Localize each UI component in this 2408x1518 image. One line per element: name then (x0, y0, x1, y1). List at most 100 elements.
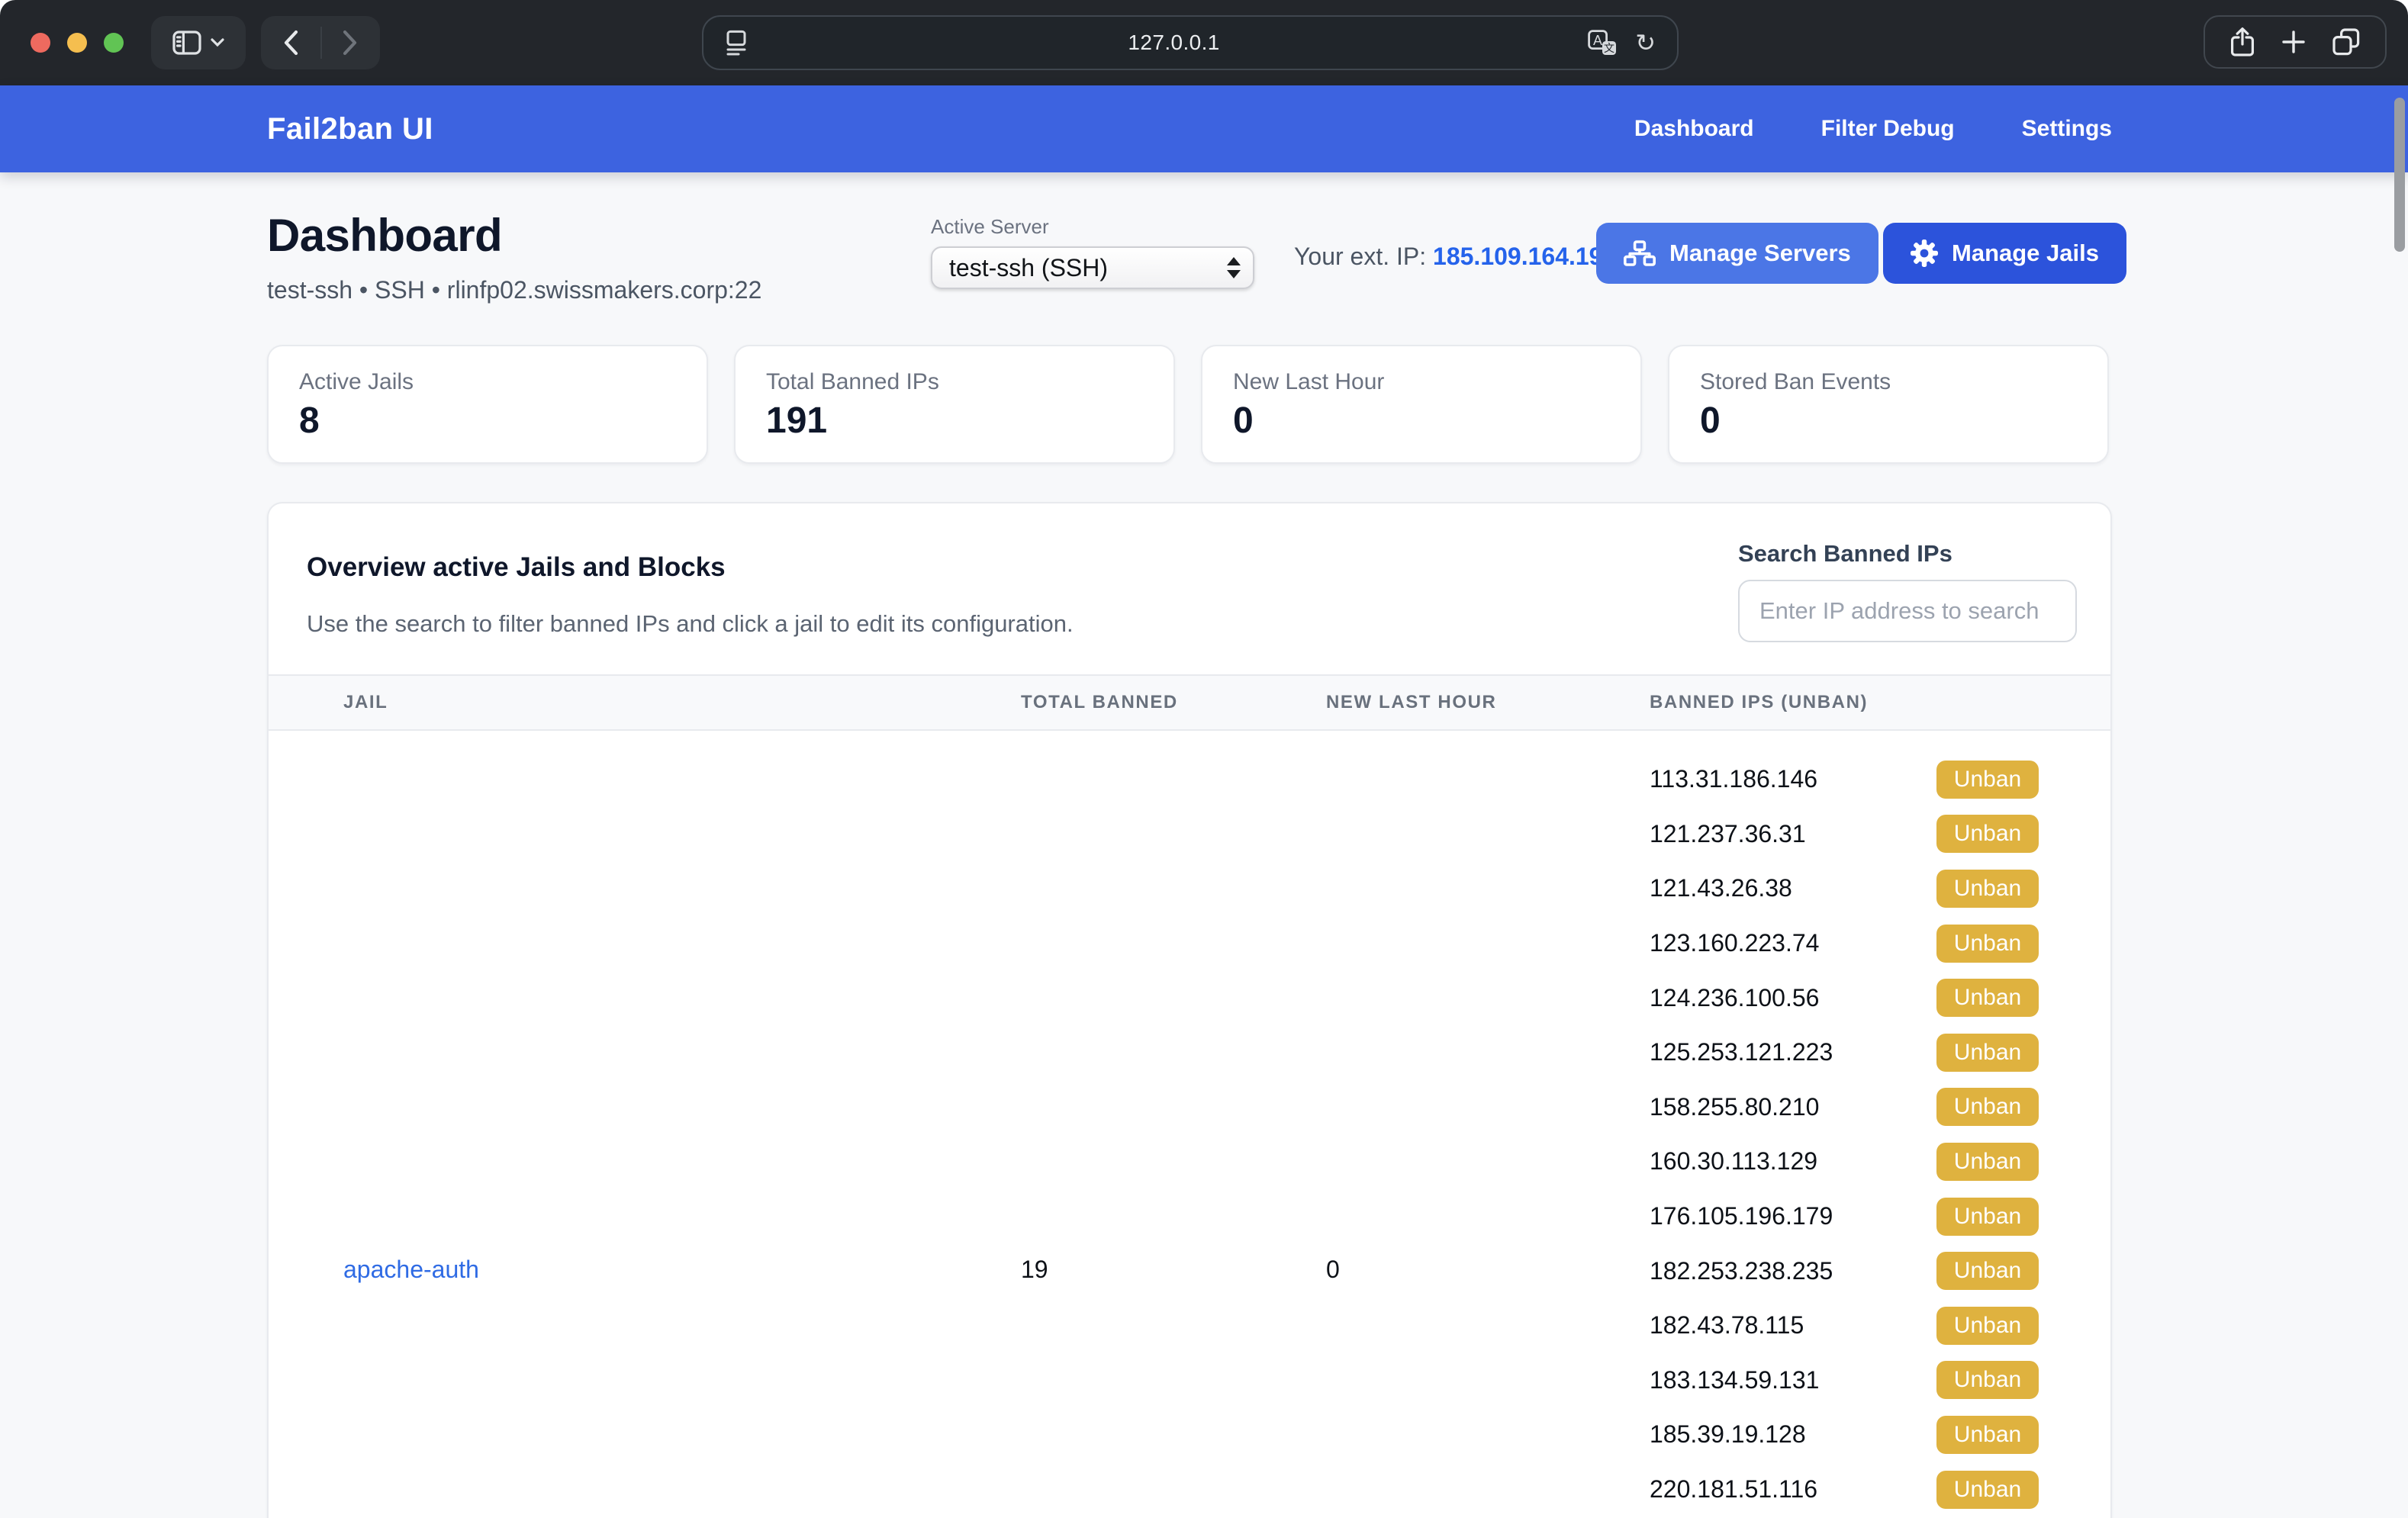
stat-label: Stored Ban Events (1700, 369, 2077, 395)
banned-ip-row: 113.31.186.146 Unban (1650, 752, 2039, 807)
table-row: apache-auth 19 0 113.31.186.146 Unban 12… (269, 731, 2110, 1518)
unban-button[interactable]: Unban (1936, 761, 2039, 799)
zoom-window-button[interactable] (104, 33, 124, 53)
unban-button[interactable]: Unban (1936, 1307, 2039, 1345)
page-subtitle: test-ssh • SSH • rlinfp02.swissmakers.co… (267, 276, 761, 304)
nav-link-filter-debug[interactable]: Filter Debug (1821, 116, 1955, 142)
stat-card-new-last-hour: New Last Hour 0 (1201, 345, 1642, 464)
stat-value: 0 (1233, 400, 1610, 442)
stat-label: Active Jails (299, 369, 676, 395)
active-server-value: test-ssh (SSH) (949, 254, 1227, 282)
stat-card-active-jails: Active Jails 8 (267, 345, 708, 464)
manage-jails-button[interactable]: Manage Jails (1883, 223, 2126, 284)
url-text: 127.0.0.1 (760, 31, 1588, 55)
tab-overview-icon[interactable] (2332, 28, 2360, 56)
jail-new-last-hour: 0 (1326, 1256, 1340, 1284)
reload-icon[interactable]: ↻ (1635, 31, 1656, 55)
banned-ip: 220.181.51.116 (1650, 1475, 1817, 1504)
nav-links: Dashboard Filter Debug Settings (1634, 116, 2112, 142)
column-header-banned-ips: BANNED IPS (UNBAN) (1650, 692, 2110, 713)
banned-ip: 158.255.80.210 (1650, 1093, 1819, 1121)
column-header-total-banned: TOTAL BANNED (1021, 692, 1326, 713)
banned-ip-row: 220.181.51.116 Unban (1650, 1462, 2039, 1517)
unban-button[interactable]: Unban (1936, 1416, 2039, 1454)
active-server-select[interactable]: test-ssh (SSH) (931, 246, 1254, 289)
external-ip-value[interactable]: 185.109.164.199 (1433, 243, 1616, 270)
page-title: Dashboard (267, 209, 502, 262)
banned-ip-row: 123.160.223.74 Unban (1650, 916, 2039, 971)
external-ip: Your ext. IP: 185.109.164.199 (1294, 243, 1616, 271)
banned-ip-row: 185.39.19.128 Unban (1650, 1407, 2039, 1462)
translate-icon[interactable]: A 文 (1588, 30, 1617, 56)
stat-label: Total Banned IPs (766, 369, 1143, 395)
page-settings-icon[interactable] (725, 30, 748, 56)
unban-button[interactable]: Unban (1936, 1361, 2039, 1399)
banned-ip: 113.31.186.146 (1650, 765, 1817, 793)
banned-ip-row: 121.237.36.31 Unban (1650, 807, 2039, 862)
back-button[interactable] (261, 16, 320, 69)
chevron-right-icon (343, 30, 358, 56)
table-header-row: JAIL TOTAL BANNED NEW LAST HOUR BANNED I… (269, 674, 2110, 731)
jail-link[interactable]: apache-auth (343, 1256, 479, 1284)
overview-card-header: Overview active Jails and Blocks Use the… (269, 503, 2110, 674)
app-brand[interactable]: Fail2ban UI (267, 112, 433, 146)
manage-servers-button[interactable]: Manage Servers (1596, 223, 1878, 284)
banned-ip: 185.39.19.128 (1650, 1420, 1806, 1449)
banned-ip: 121.43.26.38 (1650, 874, 1792, 902)
forward-button[interactable] (320, 16, 380, 69)
close-window-button[interactable] (31, 33, 50, 53)
banned-ip: 160.30.113.129 (1650, 1147, 1817, 1175)
banned-ip: 176.105.196.179 (1650, 1202, 1833, 1230)
traffic-lights (18, 33, 139, 53)
unban-button[interactable]: Unban (1936, 815, 2039, 853)
active-server-group: Active Server test-ssh (SSH) (931, 215, 1254, 289)
unban-button[interactable]: Unban (1936, 925, 2039, 963)
minimize-window-button[interactable] (67, 33, 87, 53)
nav-link-settings[interactable]: Settings (2022, 116, 2112, 142)
stat-value: 0 (1700, 400, 2077, 442)
browser-window: 127.0.0.1 A 文 ↻ (0, 0, 2408, 1518)
active-server-label: Active Server (931, 215, 1254, 239)
banned-ip-row: 158.255.80.210 Unban (1650, 1080, 2039, 1135)
unban-button[interactable]: Unban (1936, 1034, 2039, 1072)
new-tab-icon[interactable] (2281, 30, 2306, 54)
unban-button[interactable]: Unban (1936, 1143, 2039, 1181)
stat-card-total-banned: Total Banned IPs 191 (734, 345, 1175, 464)
scrollbar[interactable] (2394, 98, 2405, 252)
unban-button[interactable]: Unban (1936, 1252, 2039, 1290)
unban-button[interactable]: Unban (1936, 1198, 2039, 1236)
search-banned-ips-input[interactable] (1738, 580, 2077, 642)
select-stepper-icon (1227, 257, 1241, 278)
unban-button[interactable]: Unban (1936, 1471, 2039, 1509)
unban-button[interactable]: Unban (1936, 979, 2039, 1017)
banned-ip-row: 183.134.59.131 Unban (1650, 1353, 2039, 1408)
stat-label: New Last Hour (1233, 369, 1610, 395)
search-banned-ips-label: Search Banned IPs (1738, 540, 1952, 568)
banned-ip: 182.253.238.235 (1650, 1257, 1833, 1285)
banned-ip-row: 121.43.26.38 Unban (1650, 861, 2039, 916)
banned-ip: 182.43.78.115 (1650, 1311, 1804, 1340)
overview-title: Overview active Jails and Blocks (307, 552, 726, 583)
column-header-jail: JAIL (269, 692, 1021, 713)
gear-icon (1911, 240, 1938, 267)
sidebar-toggle-button[interactable] (151, 16, 246, 69)
jail-total-banned: 19 (1021, 1256, 1048, 1284)
nav-link-dashboard[interactable]: Dashboard (1634, 116, 1754, 142)
stat-card-stored-ban-events: Stored Ban Events 0 (1668, 345, 2109, 464)
banned-ip-row: 176.105.196.179 Unban (1650, 1189, 2039, 1244)
unban-button[interactable]: Unban (1936, 1088, 2039, 1126)
banned-ip: 121.237.36.31 (1650, 820, 1806, 848)
stat-cards: Active Jails 8 Total Banned IPs 191 New … (267, 345, 2141, 464)
app-navbar: Fail2ban UI Dashboard Filter Debug Setti… (0, 85, 2408, 172)
overview-card: Overview active Jails and Blocks Use the… (267, 502, 2112, 1518)
screenshot-viewport: 127.0.0.1 A 文 ↻ (0, 0, 2408, 1518)
stat-value: 191 (766, 400, 1143, 442)
history-nav-group (261, 16, 380, 69)
toolbar-right-cluster (2204, 15, 2387, 69)
share-icon[interactable] (2230, 27, 2255, 57)
banned-ip-row: 125.253.121.223 Unban (1650, 1025, 2039, 1080)
manage-servers-label: Manage Servers (1669, 240, 1851, 267)
address-bar[interactable]: 127.0.0.1 A 文 ↻ (702, 15, 1679, 70)
unban-button[interactable]: Unban (1936, 870, 2039, 908)
column-header-new-last-hour: NEW LAST HOUR (1326, 692, 1650, 713)
